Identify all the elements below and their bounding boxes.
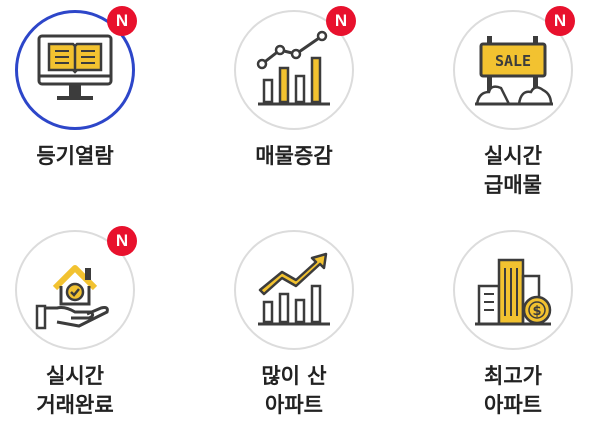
- tile-label: 매물증감: [255, 144, 333, 168]
- icon-circle: [234, 230, 354, 350]
- tile-listing-change[interactable]: N 매물증감: [219, 0, 419, 219]
- new-badge: N: [326, 6, 356, 36]
- buildings-coin-icon: $: [475, 258, 552, 326]
- tile-label: 실시간 거래완료: [36, 364, 114, 417]
- tile-most-bought-apartments[interactable]: 많이 산 아파트: [219, 220, 419, 439]
- tile-label: 많이 산 아파트: [261, 364, 327, 417]
- rising-sales-chart-icon: [256, 30, 330, 106]
- new-badge: N: [545, 6, 575, 36]
- sale-sign-icon: SALE: [475, 36, 553, 106]
- tile-label: 최고가 아파트: [484, 364, 542, 417]
- registry-book-monitor-icon: [37, 34, 113, 100]
- new-badge: N: [107, 226, 137, 256]
- new-badge: N: [107, 6, 137, 36]
- tile-registry-view[interactable]: N 등기열람: [0, 0, 200, 219]
- sale-sign-text: SALE: [495, 52, 531, 70]
- menu-grid: N 등기열람 N 매물증감 SALE N 실시간 급매물 N 실시간 거래완료 …: [0, 0, 600, 439]
- tile-label: 실시간 급매물: [484, 144, 542, 197]
- icon-circle: $: [453, 230, 573, 350]
- tile-realtime-urgent-sale[interactable]: SALE N 실시간 급매물: [438, 0, 600, 219]
- trending-bar-chart-icon: [258, 252, 330, 326]
- svg-text:$: $: [532, 304, 541, 319]
- house-in-hand-icon: [35, 265, 109, 330]
- tile-realtime-completed-deal[interactable]: N 실시간 거래완료: [0, 220, 200, 439]
- tile-highest-price-apartments[interactable]: $ 최고가 아파트: [438, 220, 600, 439]
- tile-label: 등기열람: [36, 144, 114, 168]
